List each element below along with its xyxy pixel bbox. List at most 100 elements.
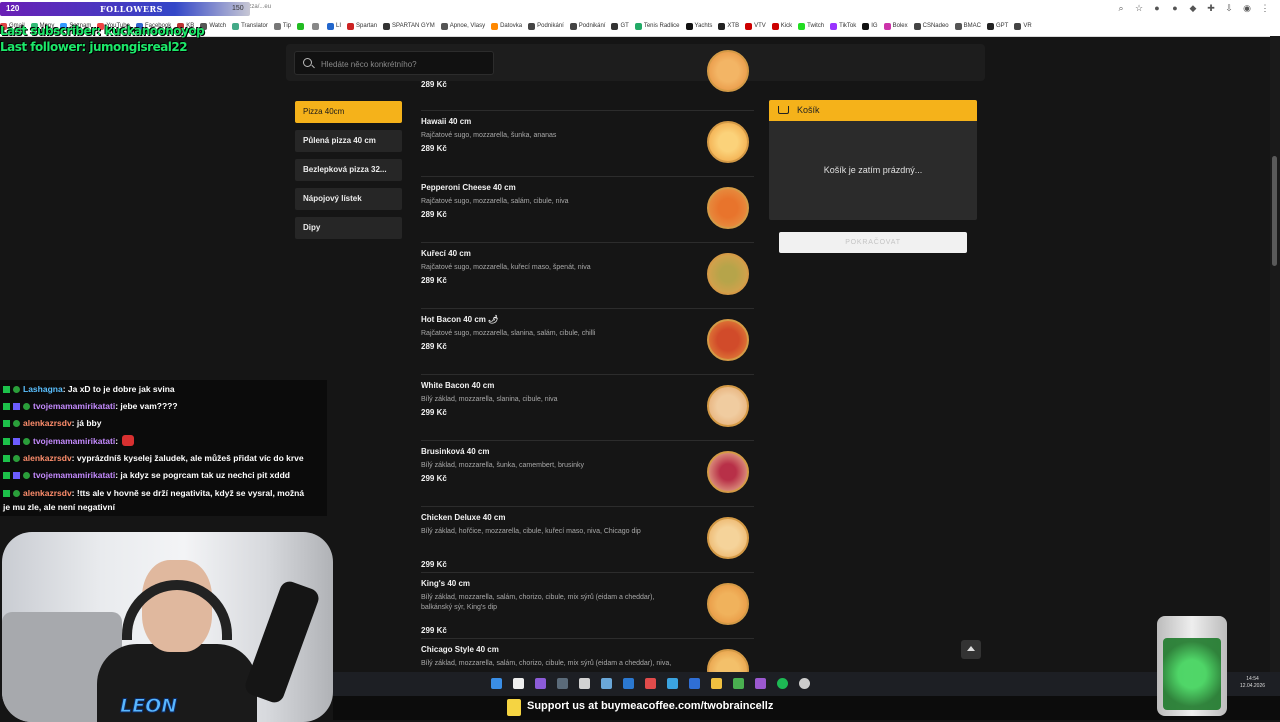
chat-message: alenkazrsdv: vyprázdníš kyselej žaludek,… — [3, 453, 304, 463]
moderator-badge-icon — [3, 455, 10, 462]
bookmark-favicon-icon — [986, 22, 994, 30]
taskbar-app-icon[interactable] — [601, 678, 612, 689]
menu-item[interactable]: King's 40 cm Bílý základ, mozzarella, sal… — [421, 572, 754, 639]
chat-message: je mu zle, ale není negativní — [3, 502, 115, 512]
bookmark-item[interactable]: Kick — [771, 22, 792, 30]
bookmark-item[interactable]: IG — [862, 22, 878, 30]
pizza-image — [707, 517, 749, 559]
pizza-image — [707, 50, 749, 92]
chat-text: : Ja xD to je dobre jak svina — [62, 384, 175, 394]
chat-username[interactable]: alenkazrsdv — [23, 418, 72, 428]
scroll-to-top-button[interactable] — [961, 640, 981, 659]
chat-text: : ja kdyz se pogrcam tak uz nechci pit x… — [115, 470, 290, 480]
bookmark-label: Apnoe, Vlasy — [449, 23, 486, 29]
bookmark-item[interactable]: Yachts — [685, 22, 712, 30]
bookmark-item[interactable]: BMAC — [954, 22, 981, 30]
bookmark-item[interactable]: Bolex — [883, 22, 908, 30]
bookmark-item[interactable]: GPT — [986, 22, 1009, 30]
bookmark-label: Tip — [282, 23, 292, 29]
puzzle-icon[interactable]: ✚ — [1206, 3, 1216, 13]
bookmark-item[interactable]: Spartan — [347, 22, 377, 30]
menu-icon[interactable]: ⋮ — [1260, 3, 1270, 13]
bookmark-item[interactable]: LI — [327, 22, 341, 30]
taskbar-app-icon[interactable] — [755, 678, 766, 689]
chat-username[interactable]: tvojemamamirikatati — [33, 436, 115, 446]
menu-item[interactable]: Brusinková 40 cm Bílý základ, mozzarella,… — [421, 440, 754, 507]
item-description: Bílý základ, mozzarella, salám, chorizo,… — [421, 660, 672, 667]
cart-empty-text: Košík je zatím prázdný... — [823, 165, 923, 175]
windows-start-icon[interactable] — [491, 678, 502, 689]
chat-username[interactable]: tvojemamamirikatati — [33, 470, 115, 480]
star-icon[interactable]: ☆ — [1134, 3, 1144, 13]
bookmark-item[interactable]: CSNadeo — [913, 22, 949, 30]
bookmark-label: IG — [871, 23, 878, 29]
bookmark-item[interactable]: Podnikání — [528, 22, 564, 30]
bookmark-item[interactable]: XTB — [718, 22, 739, 30]
chat-username[interactable]: alenkazrsdv — [23, 453, 72, 463]
subscriber-badge-icon — [13, 438, 20, 445]
taskbar-app-icon[interactable] — [689, 678, 700, 689]
zoom-icon[interactable]: ⌕ — [1116, 3, 1126, 13]
scrollbar-thumb[interactable] — [1272, 156, 1277, 266]
extension-icon[interactable]: ● — [1170, 3, 1180, 13]
bookmark-item[interactable]: Translator — [232, 22, 268, 30]
category-tab[interactable]: Pizza 40cm — [295, 101, 402, 123]
menu-item[interactable]: White Bacon 40 cm Bílý základ, mozzarella… — [421, 374, 754, 441]
bookmark-favicon-icon — [383, 22, 391, 30]
followers-count: 120 — [6, 4, 20, 13]
bookmark-item[interactable]: Twitch — [798, 22, 824, 30]
chrome-icon[interactable] — [733, 678, 744, 689]
taskbar-app-icon[interactable] — [799, 678, 810, 689]
category-tab[interactable]: Nápojový lístek — [295, 188, 402, 210]
bookmark-item[interactable] — [312, 22, 321, 30]
bookmark-item[interactable]: Tip — [273, 22, 292, 30]
taskbar-app-icon[interactable] — [513, 678, 524, 689]
continue-button[interactable]: POKRAČOVAT — [779, 232, 967, 253]
followers-label: FOLLOWERS — [100, 4, 163, 14]
taskbar-clock[interactable]: 14:54 12.04.2026 — [1240, 676, 1265, 690]
spotify-icon[interactable] — [777, 678, 788, 689]
taskbar-app-icon[interactable] — [579, 678, 590, 689]
folder-icon[interactable] — [711, 678, 722, 689]
bookmark-item[interactable]: GT — [611, 22, 629, 30]
item-description: Rajčatové sugo, mozzarella, salám, cibul… — [421, 198, 569, 205]
menu-item[interactable]: Pepperoni Cheese 40 cm Rajčatové sugo, mo… — [421, 176, 754, 243]
taskbar-app-icon[interactable] — [667, 678, 678, 689]
bookmark-item[interactable]: VR — [1014, 22, 1032, 30]
chat-username[interactable]: tvojemamamirikatati — [33, 401, 115, 411]
menu-item[interactable]: Chicken Deluxe 40 cm Bílý základ, hořčice… — [421, 506, 754, 573]
bookmark-favicon-icon — [232, 22, 240, 30]
bookmark-item[interactable]: TikTok — [830, 22, 856, 30]
page-scrollbar[interactable] — [1270, 36, 1280, 672]
bookmark-item[interactable] — [297, 22, 306, 30]
taskbar-app-icon[interactable] — [645, 678, 656, 689]
category-tab[interactable]: Bezlepková pizza 32... — [295, 159, 402, 181]
bookmark-item[interactable]: VTV — [745, 22, 766, 30]
bookmark-item[interactable]: Datovka — [491, 22, 522, 30]
bookmark-favicon-icon — [798, 22, 806, 30]
category-tab[interactable]: Dipy — [295, 217, 402, 239]
taskbar-app-icon[interactable] — [623, 678, 634, 689]
chat-username[interactable]: alenkazrsdv — [23, 488, 72, 498]
menu-item[interactable]: Kuřecí 40 cm Rajčatové sugo, mozzarella, … — [421, 242, 754, 309]
extension-icon[interactable]: ◆ — [1188, 3, 1198, 13]
chat-text: : jebe vam???? — [115, 401, 178, 411]
bookmark-item[interactable]: Tenis Radlice — [634, 22, 680, 30]
taskbar-app-icon[interactable] — [557, 678, 568, 689]
avatar[interactable]: ◉ — [1242, 3, 1252, 13]
bookmark-label: BMAC — [963, 23, 981, 29]
bookmark-item[interactable]: Podnikání — [569, 22, 605, 30]
taskbar-app-icon[interactable] — [535, 678, 546, 689]
menu-item[interactable]: Hot Bacon 40 cm 🌶 Rajčatové sugo, mozzare… — [421, 308, 754, 375]
bookmark-item[interactable]: Apnoe, Vlasy — [440, 22, 486, 30]
chat-username[interactable]: Lashagna — [23, 384, 63, 394]
bookmark-favicon-icon — [862, 22, 870, 30]
bookmark-item[interactable]: SPARTAN GYM — [383, 22, 435, 30]
bookmark-label: GPT — [995, 23, 1009, 29]
menu-item-partial[interactable]: 289 Kč — [421, 50, 754, 111]
download-icon[interactable]: ⇩ — [1224, 3, 1234, 13]
bookmark-favicon-icon — [491, 22, 499, 30]
extension-icon[interactable]: ● — [1152, 3, 1162, 13]
menu-item[interactable]: Hawaii 40 cm Rajčatové sugo, mozzarella, … — [421, 110, 754, 177]
category-tab[interactable]: Půlená pizza 40 cm — [295, 130, 402, 152]
